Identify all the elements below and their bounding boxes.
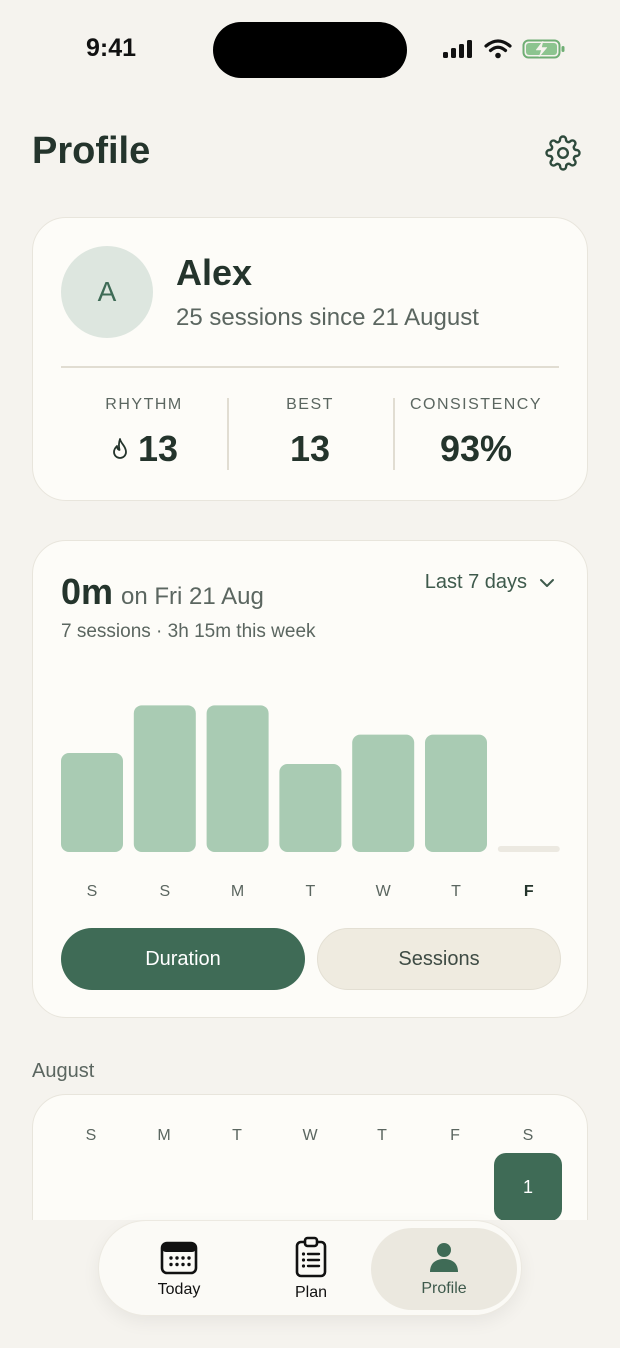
tab-profile[interactable]: Profile: [371, 1228, 517, 1310]
cellular-signal-icon: [443, 40, 472, 58]
stat-best: BEST 13: [227, 388, 393, 470]
chart-tick-label: M: [231, 883, 244, 900]
calendar-icon: [160, 1241, 198, 1275]
chart-tick-label: S: [159, 883, 170, 900]
calendar-day[interactable]: 1: [494, 1153, 562, 1220]
weekday-label: S: [522, 1127, 534, 1144]
tab-label: Plan: [294, 1284, 328, 1301]
flame-icon: [113, 438, 127, 459]
chart-bar[interactable]: [279, 764, 342, 852]
wifi-icon: [484, 39, 512, 59]
chart-tick-label: F: [524, 883, 534, 900]
stat-consistency: CONSISTENCY 93%: [393, 388, 559, 470]
stats-row: RHYTHM 13 BEST 13 CONSISTENCY 93%: [61, 388, 559, 470]
stat-label: BEST: [286, 396, 334, 413]
battery-charging-icon: [522, 39, 565, 59]
page-title: Profile: [32, 130, 151, 172]
stat-label: RHYTHM: [105, 396, 183, 413]
calendar-month-label: August: [32, 1060, 95, 1082]
chart-bar[interactable]: [425, 734, 487, 852]
stat-rhythm: RHYTHM 13: [61, 388, 227, 470]
weekday-label: S: [85, 1127, 97, 1144]
person-icon: [430, 1243, 458, 1272]
settings-button[interactable]: [545, 135, 581, 171]
chart-tick-label: T: [306, 883, 316, 900]
chart-bar[interactable]: [133, 705, 196, 852]
calendar-viewport: S M T W T F S 1: [0, 1094, 620, 1220]
chart-bar[interactable]: [61, 753, 123, 852]
tab-bar: Today Plan Profile: [98, 1220, 522, 1316]
stat-value: 13: [110, 428, 178, 470]
chart-tick-label: T: [451, 883, 461, 900]
user-subtitle: 25 sessions since 21 August: [176, 304, 479, 331]
chart-bar[interactable]: [352, 734, 415, 852]
tab-today[interactable]: Today: [109, 1221, 249, 1317]
tab-label: Profile: [421, 1280, 467, 1297]
weekday-label: F: [450, 1127, 460, 1144]
status-time: 9:41: [86, 34, 137, 62]
stat-value: 93%: [439, 428, 513, 469]
weekday-label: T: [377, 1127, 387, 1144]
user-name: Alex: [176, 252, 253, 293]
activity-bar-chart: SSMTWTF: [61, 705, 560, 900]
status-bar: 9:41: [0, 0, 620, 100]
stat-value: 13: [289, 428, 331, 469]
weekday-label: W: [302, 1127, 318, 1144]
sessions-toggle-button[interactable]: Sessions: [317, 928, 561, 990]
chart-tick-label: S: [87, 883, 98, 900]
chart-bar[interactable]: [206, 705, 269, 852]
duration-toggle-button[interactable]: Duration: [61, 928, 305, 990]
divider: [61, 366, 559, 368]
calendar-card: S M T W T F S 1: [32, 1094, 588, 1220]
weekday-label: M: [157, 1127, 171, 1144]
chart-tick-label: W: [376, 883, 392, 900]
clipboard-icon: [295, 1236, 327, 1278]
status-icons: [442, 38, 566, 60]
rhythm-value: 13: [137, 428, 179, 469]
dynamic-island: [213, 22, 407, 78]
weekday-label: T: [232, 1127, 242, 1144]
tab-label: Today: [157, 1281, 201, 1298]
stat-label: CONSISTENCY: [409, 396, 543, 413]
profile-card: A Alex 25 sessions since 21 August RHYTH…: [32, 217, 588, 501]
gear-icon: [545, 135, 581, 171]
tab-plan[interactable]: Plan: [241, 1221, 381, 1317]
avatar: A: [61, 246, 153, 338]
activity-card: 0m on Fri 21 Aug 7 sessions · 3h 15m thi…: [32, 540, 588, 1018]
chart-bar-empty[interactable]: [497, 846, 560, 852]
